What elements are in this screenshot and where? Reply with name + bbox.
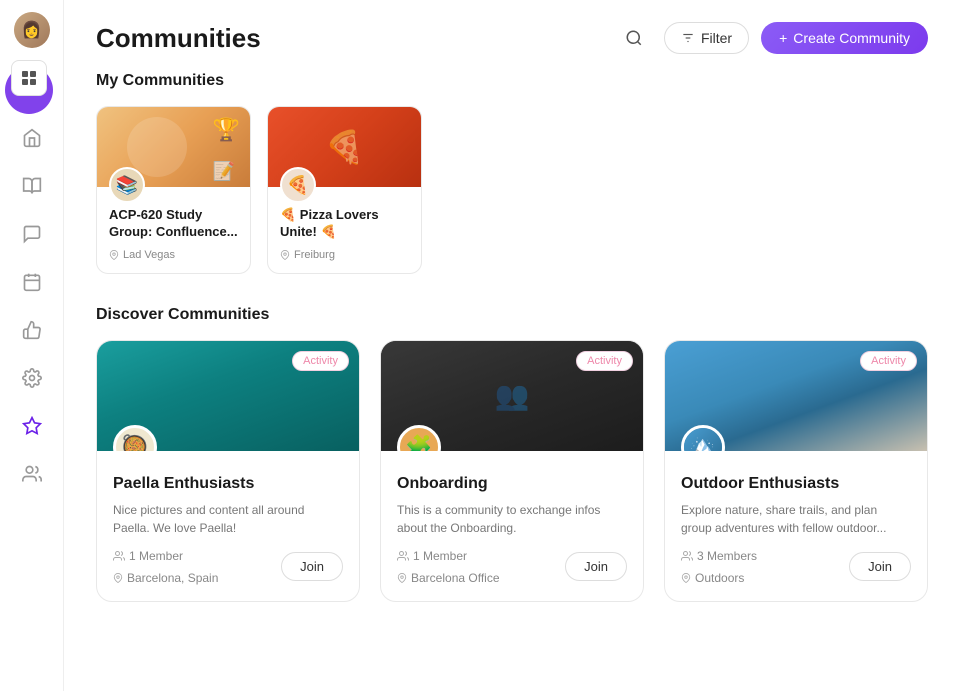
paella-card-title: Paella Enthusiasts xyxy=(113,475,343,493)
study-group-name: ACP-620 Study Group: Confluence... xyxy=(109,207,238,241)
onboarding-activity-badge: Activity xyxy=(576,351,633,371)
outdoor-card-title: Outdoor Enthusiasts xyxy=(681,475,911,493)
my-community-card-pizza[interactable]: 🍕 🍕 🍕 Pizza Lovers Unite! 🍕 Freiburg xyxy=(267,106,422,274)
onboarding-members: 1 Member xyxy=(397,549,500,563)
header-actions: Filter + Create Community xyxy=(616,20,928,56)
study-group-location: Lad Vegas xyxy=(109,249,238,261)
pizza-group-name: 🍕 Pizza Lovers Unite! 🍕 xyxy=(280,207,409,241)
discover-card-outdoor[interactable]: Activity 🏔️ Outdoor Enthusiasts Explore … xyxy=(664,340,928,602)
outdoor-members: 3 Members xyxy=(681,549,757,563)
sidebar: 👩 xyxy=(0,0,64,691)
outdoor-card-desc: Explore nature, share trails, and plan g… xyxy=(681,501,911,537)
my-communities-grid: 🏆 📝 📚 ACP-620 Study Group: Confluence...… xyxy=(96,106,928,274)
sidebar-item-calendar[interactable] xyxy=(12,262,52,302)
discover-card-paella[interactable]: Activity 🥘 Paella Enthusiasts Nice pictu… xyxy=(96,340,360,602)
filter-label: Filter xyxy=(701,30,732,46)
search-button[interactable] xyxy=(616,20,652,56)
grid-icon-button[interactable] xyxy=(11,60,47,96)
user-avatar[interactable]: 👩 xyxy=(14,12,50,48)
sidebar-item-community[interactable] xyxy=(12,454,52,494)
discover-communities-grid: Activity 🥘 Paella Enthusiasts Nice pictu… xyxy=(96,340,928,602)
sidebar-item-messages[interactable] xyxy=(12,214,52,254)
onboarding-location: Barcelona Office xyxy=(397,571,500,585)
content-area: My Communities 🏆 📝 📚 ACP-620 Stu xyxy=(64,72,960,634)
discover-communities-section: Discover Communities Activity 🥘 Paella E… xyxy=(96,306,928,602)
create-community-label: Create Community xyxy=(793,30,910,46)
my-communities-title: My Communities xyxy=(96,72,928,90)
paella-card-desc: Nice pictures and content all around Pae… xyxy=(113,501,343,537)
paella-members: 1 Member xyxy=(113,549,218,563)
main-content: Communities Filter + Create Community My… xyxy=(64,0,960,691)
paella-location: Barcelona, Spain xyxy=(113,571,218,585)
pizza-group-location: Freiburg xyxy=(280,249,409,261)
filter-button[interactable]: Filter xyxy=(664,22,749,54)
outdoor-activity-badge: Activity xyxy=(860,351,917,371)
discover-card-onboarding[interactable]: 👥 Activity 🧩 Onboarding This is a commun… xyxy=(380,340,644,602)
header: Communities Filter + Create Community xyxy=(64,0,960,72)
create-community-button[interactable]: + Create Community xyxy=(761,22,928,54)
create-plus-icon: + xyxy=(779,30,787,46)
sidebar-item-settings[interactable] xyxy=(12,358,52,398)
outdoor-join-button[interactable]: Join xyxy=(849,552,911,581)
page-title: Communities xyxy=(96,23,261,54)
sidebar-item-explore[interactable] xyxy=(12,406,52,446)
paella-activity-badge: Activity xyxy=(292,351,349,371)
paella-join-button[interactable]: Join xyxy=(281,552,343,581)
sidebar-item-home[interactable] xyxy=(12,118,52,158)
discover-communities-title: Discover Communities xyxy=(96,306,928,324)
onboarding-card-desc: This is a community to exchange infos ab… xyxy=(397,501,627,537)
my-communities-section: My Communities 🏆 📝 📚 ACP-620 Stu xyxy=(96,72,928,274)
onboarding-join-button[interactable]: Join xyxy=(565,552,627,581)
sidebar-item-library[interactable] xyxy=(12,166,52,206)
my-community-card-study[interactable]: 🏆 📝 📚 ACP-620 Study Group: Confluence...… xyxy=(96,106,251,274)
onboarding-card-title: Onboarding xyxy=(397,475,627,493)
sidebar-item-like[interactable] xyxy=(12,310,52,350)
outdoor-location: Outdoors xyxy=(681,571,757,585)
